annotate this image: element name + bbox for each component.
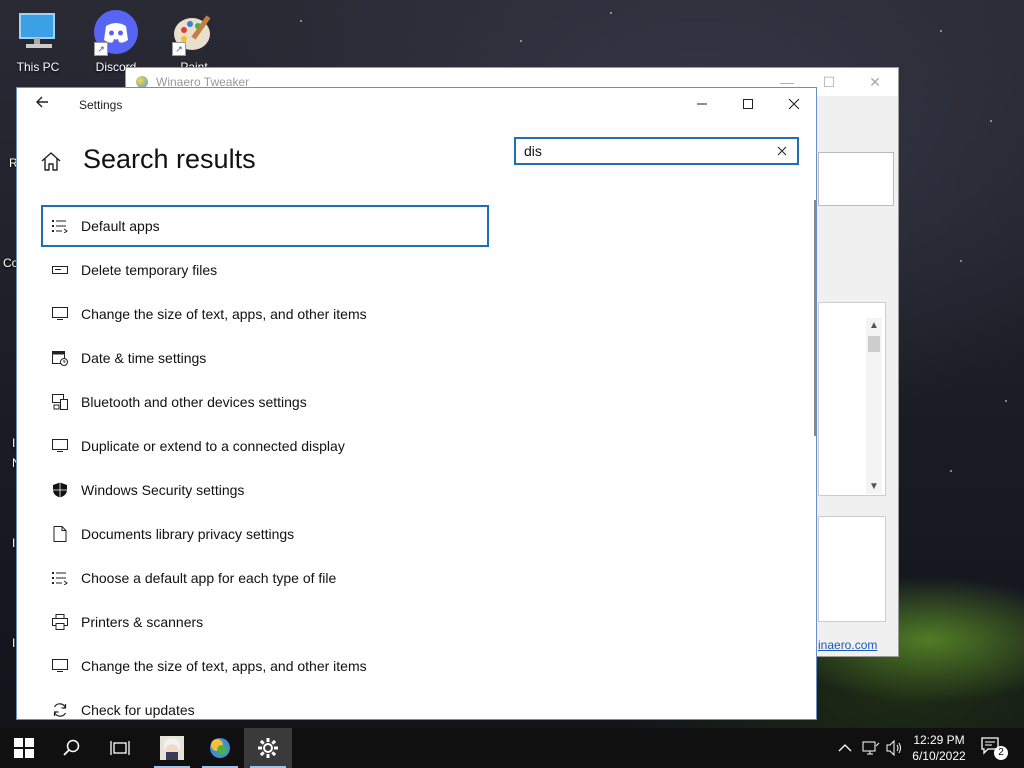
monitor-icon — [51, 305, 69, 323]
search-result-item[interactable]: Date & time settings — [41, 337, 489, 379]
back-arrow-icon — [36, 96, 48, 108]
taskbar-app-anime-character[interactable] — [148, 728, 196, 768]
winaero-panel — [818, 152, 894, 206]
result-label: Check for updates — [81, 702, 195, 718]
search-result-item[interactable]: Default apps — [41, 205, 489, 247]
calendar-clock-icon — [51, 349, 69, 367]
minimize-icon — [697, 103, 707, 105]
system-clock[interactable]: 12:29 PM 6/10/2022 — [906, 732, 972, 764]
clear-icon — [777, 146, 787, 156]
printer-icon — [51, 613, 69, 631]
clear-search-button[interactable] — [773, 142, 791, 160]
search-result-item[interactable]: Change the size of text, apps, and other… — [41, 645, 489, 687]
winaero-website-link[interactable]: inaero.com — [818, 638, 877, 652]
winaero-scrollbar[interactable]: ▲ ▼ — [866, 318, 882, 494]
close-icon — [788, 98, 800, 110]
app-avatar-icon — [160, 736, 184, 760]
shield-icon — [51, 481, 69, 499]
default-apps-icon — [51, 569, 69, 587]
maximize-icon — [743, 99, 753, 109]
paint-icon: ↗ — [170, 8, 218, 56]
chevron-up-icon — [838, 744, 852, 752]
clock-date: 6/10/2022 — [912, 749, 966, 763]
scroll-up-icon[interactable]: ▲ — [869, 320, 879, 331]
start-button[interactable] — [0, 728, 48, 768]
search-result-item[interactable]: Duplicate or extend to a connected displ… — [41, 425, 489, 467]
result-label: Change the size of text, apps, and other… — [81, 658, 367, 674]
page-title: Search results — [83, 144, 256, 174]
devices-icon — [51, 393, 69, 411]
windows-logo-icon — [14, 738, 34, 758]
winaero-close-button[interactable]: ✕ — [860, 72, 890, 92]
search-result-item[interactable]: Bluetooth and other devices settings — [41, 381, 489, 423]
refresh-icon — [51, 701, 69, 719]
default-apps-icon — [51, 217, 69, 235]
taskbar: 12:29 PM 6/10/2022 2 — [0, 728, 1024, 768]
search-result-item[interactable]: Change the size of text, apps, and other… — [41, 293, 489, 335]
result-label: Printers & scanners — [81, 614, 204, 630]
storage-drive-icon — [51, 261, 69, 279]
result-label: Choose a default app for each type of fi… — [81, 570, 337, 586]
result-label: Date & time settings — [81, 350, 207, 366]
result-label: Default apps — [81, 218, 160, 234]
task-view-icon — [110, 741, 130, 755]
result-label: Delete temporary files — [81, 262, 218, 278]
result-label: Documents library privacy settings — [81, 526, 295, 542]
volume-icon[interactable] — [886, 728, 904, 768]
search-result-item[interactable]: Check for updates — [41, 689, 489, 719]
result-label: Bluetooth and other devices settings — [81, 394, 307, 410]
discord-icon: ↗ — [92, 8, 140, 56]
search-box[interactable] — [514, 137, 799, 165]
settings-titlebar[interactable]: Settings — [17, 88, 816, 122]
search-result-item[interactable]: Delete temporary files — [41, 249, 489, 291]
search-input[interactable] — [524, 142, 764, 160]
result-label: Windows Security settings — [81, 482, 245, 498]
search-result-item[interactable]: Documents library privacy settings — [41, 513, 489, 555]
winaero-maximize-button[interactable]: ☐ — [814, 72, 844, 92]
minimize-button[interactable] — [679, 90, 725, 120]
monitor-icon — [51, 657, 69, 675]
back-button[interactable] — [31, 94, 53, 116]
document-icon — [51, 525, 69, 543]
desktop-icon-this-pc[interactable]: This PC — [6, 6, 70, 76]
scroll-down-icon[interactable]: ▼ — [869, 481, 879, 492]
search-result-item[interactable]: Printers & scanners — [41, 601, 489, 643]
home-icon[interactable] — [39, 150, 63, 174]
close-button[interactable] — [771, 90, 816, 120]
taskbar-app-settings[interactable] — [244, 728, 292, 768]
taskbar-app-winaero-tweaker[interactable] — [196, 728, 244, 768]
notification-count-badge: 2 — [994, 746, 1008, 760]
result-label: Duplicate or extend to a connected displ… — [81, 438, 345, 454]
result-label: Change the size of text, apps, and other… — [81, 306, 367, 322]
monitor-icon — [51, 437, 69, 455]
settings-scrollbar[interactable] — [814, 200, 816, 436]
search-result-item[interactable]: Windows Security settings — [41, 469, 489, 511]
desktop-icon-paint[interactable]: ↗ Paint — [162, 6, 226, 76]
desktop-icon-discord[interactable]: ↗ Discord — [84, 6, 148, 76]
settings-window-title: Settings — [79, 98, 123, 112]
task-view-button[interactable] — [96, 728, 144, 768]
settings-window[interactable]: Settings Search results Default apps — [16, 87, 817, 720]
scrollbar-thumb[interactable] — [868, 336, 880, 352]
gear-icon — [258, 738, 278, 758]
network-icon[interactable] — [862, 728, 880, 768]
winaero-tweaker-icon — [210, 738, 230, 758]
computer-icon — [14, 8, 62, 56]
show-hidden-icons-button[interactable] — [838, 728, 852, 768]
action-center-button[interactable]: 2 — [980, 736, 1008, 760]
search-icon — [63, 739, 80, 756]
clock-time: 12:29 PM — [913, 733, 965, 747]
winaero-description-panel — [818, 516, 886, 622]
maximize-button[interactable] — [725, 90, 771, 120]
search-result-item[interactable]: Choose a default app for each type of fi… — [41, 557, 489, 599]
search-button[interactable] — [48, 728, 96, 768]
search-results-list: Default apps Delete temporary files Chan… — [41, 205, 489, 719]
